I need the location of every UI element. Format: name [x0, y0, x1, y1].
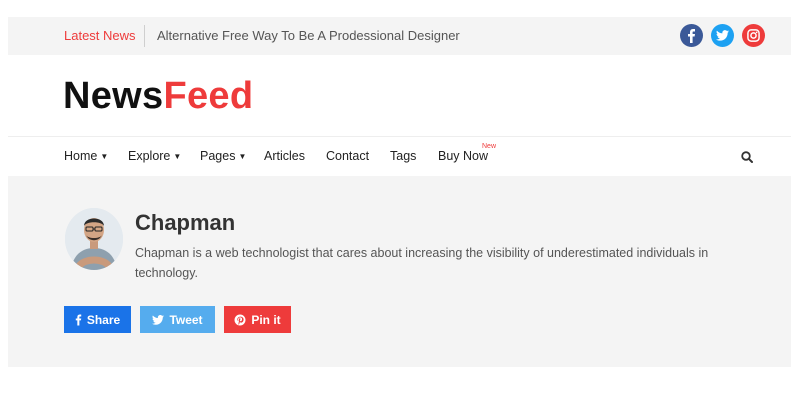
- nav-item-label: Pages: [200, 149, 236, 163]
- logo-part-feed: Feed: [163, 75, 254, 117]
- author-box: Chapman Chapman is a web technologist th…: [8, 176, 791, 367]
- twitter-icon: [152, 314, 165, 325]
- nav-item-articles[interactable]: Articles: [264, 137, 305, 176]
- nav-item-explore[interactable]: Explore ▼: [128, 137, 181, 176]
- search-icon[interactable]: [741, 150, 753, 163]
- nav-item-label: Buy Now: [438, 149, 489, 163]
- new-badge: New: [482, 143, 497, 150]
- nav-item-contact[interactable]: Contact: [326, 137, 369, 176]
- share-label: Share: [86, 312, 121, 327]
- author-bio: Chapman is a web technologist that cares…: [135, 246, 709, 280]
- pinterest-share-button[interactable]: Pin it: [224, 306, 291, 333]
- author-name: Chapman: [135, 210, 236, 235]
- nav-item-home[interactable]: Home ▼: [64, 137, 108, 176]
- instagram-icon[interactable]: [742, 24, 765, 47]
- nav-item-label: Home: [64, 149, 98, 163]
- nav-item-label: Articles: [264, 149, 305, 163]
- nav-item-label: Contact: [326, 149, 370, 163]
- pin-label: Pin it: [251, 312, 281, 327]
- topbar-divider: [144, 25, 145, 47]
- twitter-icon[interactable]: [711, 24, 734, 47]
- pinterest-icon: [234, 314, 246, 325]
- top-bar: Latest News Alternative Free Way To Be A…: [8, 17, 791, 55]
- facebook-icon[interactable]: [680, 24, 703, 47]
- nav-item-tags[interactable]: Tags: [390, 137, 416, 176]
- facebook-share-button[interactable]: Share: [64, 306, 131, 333]
- author-avatar: [65, 208, 123, 270]
- twitter-share-button[interactable]: Tweet: [140, 306, 215, 333]
- nav-item-pages[interactable]: Pages ▼: [200, 137, 246, 176]
- caret-down-icon: ▼: [100, 152, 109, 161]
- nav-item-buy-now[interactable]: Buy Now New: [438, 137, 496, 176]
- site-logo[interactable]: NewsFeed: [63, 74, 253, 118]
- latest-news-label: Latest News: [64, 28, 136, 43]
- caret-down-icon: ▼: [238, 152, 247, 161]
- nav-item-label: Tags: [390, 149, 417, 163]
- main-nav: Home ▼ Explore ▼ Pages ▼ Articles Contact T…: [8, 137, 791, 176]
- logo-part-news: News: [63, 75, 164, 117]
- nav-item-label: Explore: [128, 149, 171, 163]
- caret-down-icon: ▼: [173, 152, 182, 161]
- tweet-label: Tweet: [169, 312, 203, 327]
- facebook-icon: [75, 314, 82, 325]
- latest-news-headline[interactable]: Alternative Free Way To Be A Prodessiona…: [157, 17, 460, 55]
